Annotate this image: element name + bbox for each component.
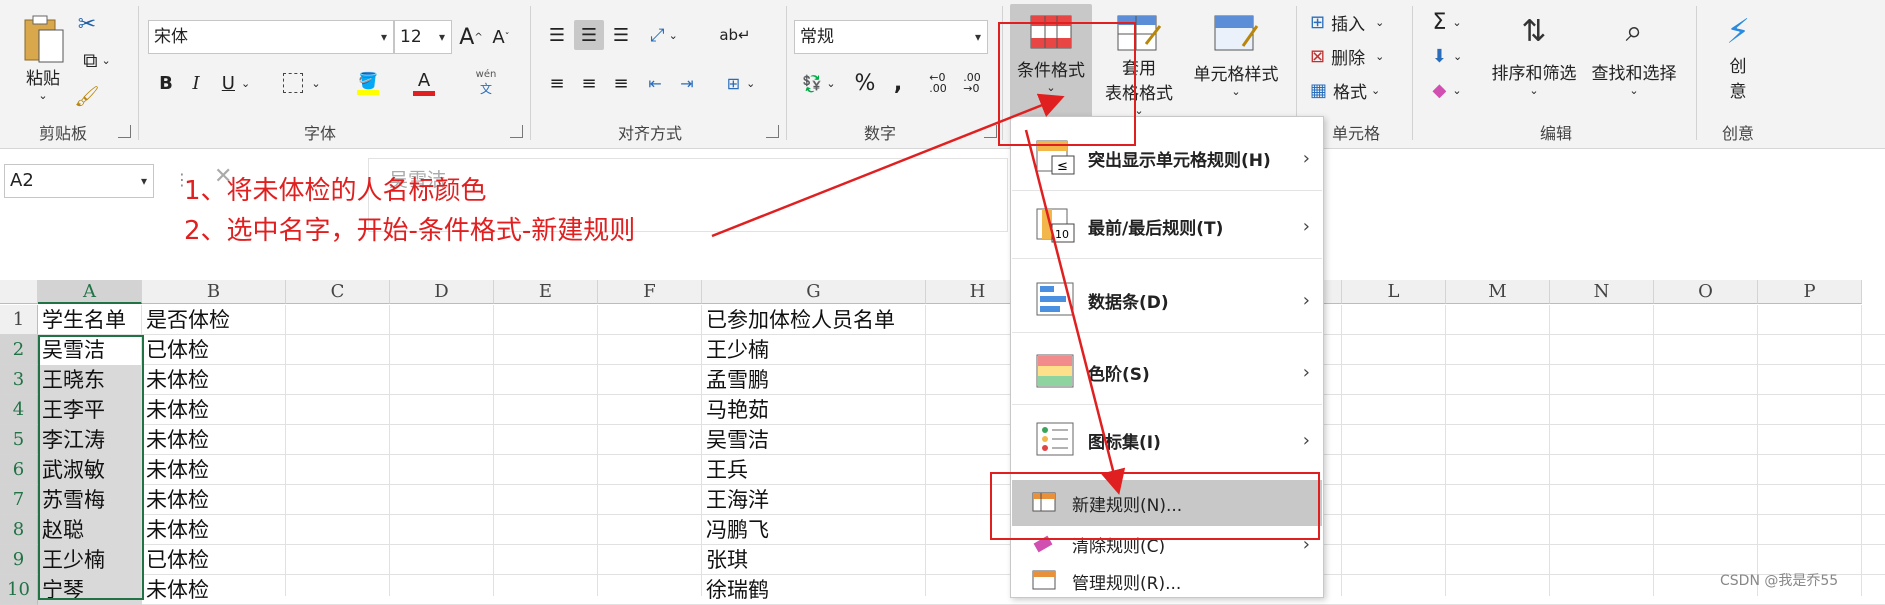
annotation-arrows xyxy=(711,93,1126,495)
watermark: CSDN @我是乔55 xyxy=(1720,573,1839,589)
arrow-to-conditional xyxy=(711,93,1065,238)
arrow-to-new-rule xyxy=(1024,129,1126,495)
